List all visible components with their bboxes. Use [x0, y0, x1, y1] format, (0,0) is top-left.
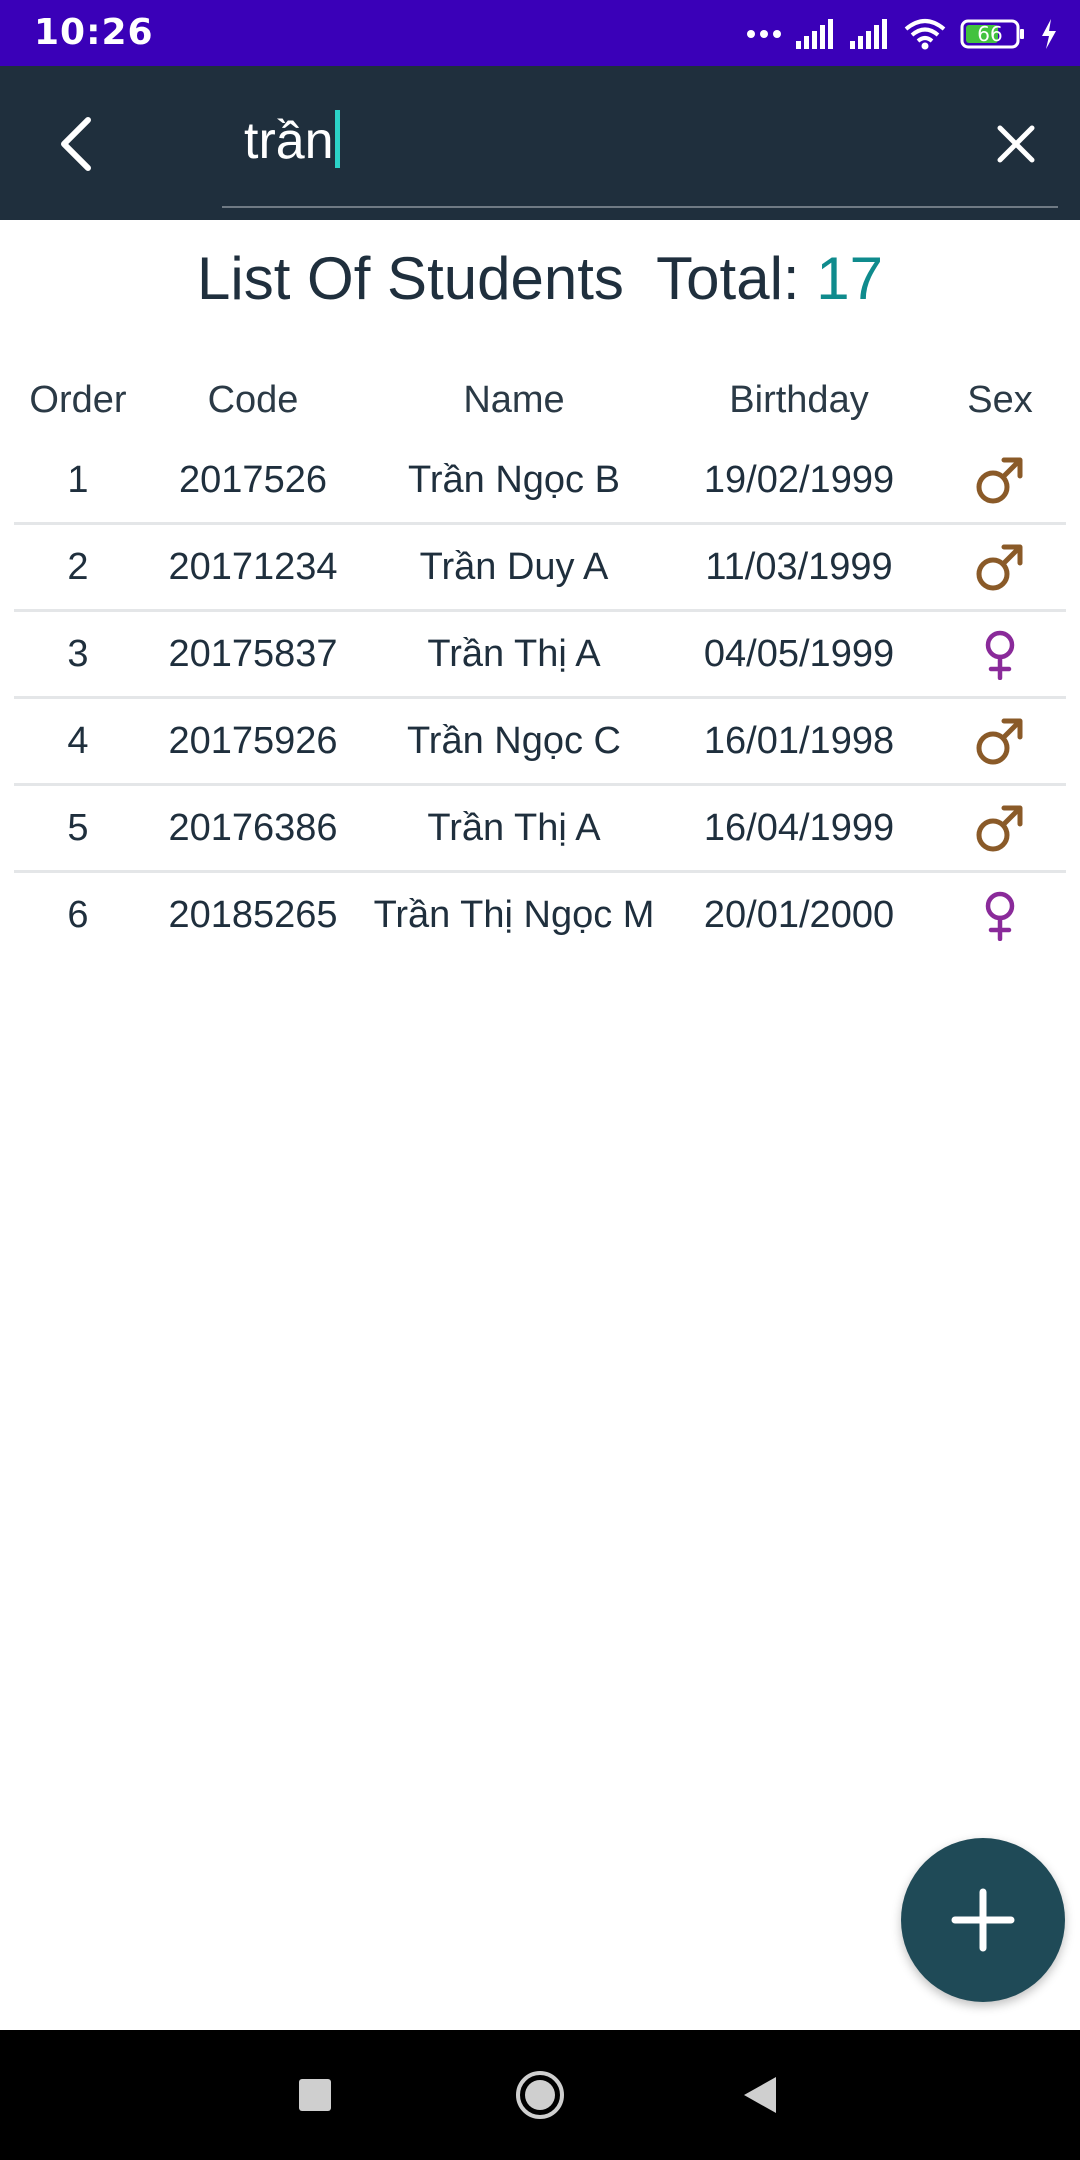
cell-birthday: 19/02/1999 [703, 458, 895, 501]
cell-birthday: 20/01/2000 [703, 893, 895, 936]
battery-icon: 66 [960, 18, 1026, 50]
battery-level: 66 [977, 22, 1003, 46]
home-circle-icon [516, 2071, 564, 2119]
cell-sex [934, 541, 1066, 593]
cell-code: 20175926 [168, 719, 338, 762]
cell-sex [934, 802, 1066, 854]
back-arrow-icon [61, 117, 91, 171]
cell-code: 20185265 [168, 893, 338, 936]
cell-name: Trần Duy A [419, 545, 609, 588]
cell-name: Trần Ngọc C [407, 719, 621, 762]
students-table: Order Code Name Birthday Sex 1 2017526 T… [14, 362, 1066, 957]
cell-order: 4 [67, 719, 89, 762]
cell-name: Trần Ngọc B [408, 458, 620, 501]
search-input[interactable]: trần [222, 66, 1058, 208]
screen: 10:26 66 trần List Of Students Total: 17… [0, 0, 1080, 2160]
list-title-label: List Of Students [197, 245, 624, 312]
cell-name: Trần Thị Ngọc M [373, 893, 655, 936]
cell-birthday: 11/03/1999 [705, 545, 893, 588]
cell-birthday: 16/04/1999 [703, 806, 895, 849]
female-icon [985, 630, 1015, 680]
back-triangle-icon [744, 2077, 776, 2113]
female-icon [985, 891, 1015, 941]
cell-name: Trần Thị A [427, 632, 601, 675]
app-bar: trần [0, 66, 1080, 220]
cell-sex [934, 628, 1066, 680]
charging-icon [1040, 19, 1058, 49]
signal-icon [850, 19, 890, 49]
table-row[interactable]: 5 20176386 Trần Thị A 16/04/1999 [14, 786, 1066, 873]
cell-order: 2 [67, 545, 89, 588]
search-text-wrap[interactable]: trần [244, 110, 340, 171]
add-student-button[interactable] [901, 1838, 1065, 2002]
text-cursor [334, 110, 340, 168]
cell-order: 1 [67, 458, 89, 501]
status-icons: 66 [746, 14, 1058, 54]
cell-code: 2017526 [179, 458, 327, 501]
header-order: Order [29, 378, 127, 421]
cell-birthday: 04/05/1999 [703, 632, 895, 675]
list-title: List Of Students Total: 17 [0, 244, 1080, 313]
total-value: 17 [816, 245, 883, 312]
table-row[interactable]: 4 20175926 Trần Ngọc C 16/01/1998 [14, 699, 1066, 786]
cell-sex [934, 715, 1066, 767]
nav-back-button[interactable] [725, 2060, 795, 2130]
close-icon [997, 125, 1035, 163]
cell-order: 6 [67, 893, 89, 936]
cell-sex [934, 454, 1066, 506]
status-time: 10:26 [34, 12, 154, 53]
cell-order: 3 [67, 632, 89, 675]
header-sex: Sex [967, 378, 1033, 421]
clear-search-button[interactable] [986, 114, 1046, 174]
navigation-bar [0, 2030, 1080, 2160]
male-icon [976, 457, 1023, 504]
male-icon [976, 805, 1023, 852]
status-bar: 10:26 66 [0, 0, 1080, 66]
cell-birthday: 16/01/1998 [703, 719, 895, 762]
table-header: Order Code Name Birthday Sex [14, 362, 1066, 438]
header-code: Code [207, 378, 299, 421]
total-label: Total: [656, 245, 800, 312]
recents-button[interactable] [280, 2060, 350, 2130]
recents-square-icon [299, 2079, 331, 2111]
male-icon [976, 544, 1023, 591]
cell-code: 20176386 [168, 806, 338, 849]
cell-code: 20175837 [168, 632, 338, 675]
cell-order: 5 [67, 806, 89, 849]
male-icon [976, 718, 1023, 765]
header-name: Name [463, 378, 565, 421]
back-button[interactable] [40, 108, 112, 180]
plus-icon [951, 1888, 1015, 1952]
table-row[interactable]: 2 20171234 Trần Duy A 11/03/1999 [14, 525, 1066, 612]
table-row[interactable]: 6 20185265 Trần Thị Ngọc M 20/01/2000 [14, 873, 1066, 957]
search-value[interactable]: trần [244, 112, 334, 170]
signal-icon [796, 19, 836, 49]
header-birthday: Birthday [729, 378, 869, 421]
more-dots-icon [746, 28, 782, 40]
cell-code: 20171234 [168, 545, 338, 588]
cell-sex [934, 889, 1066, 941]
cell-name: Trần Thị A [427, 806, 601, 849]
table-row[interactable]: 1 2017526 Trần Ngọc B 19/02/1999 [14, 438, 1066, 525]
wifi-icon [904, 18, 946, 50]
table-row[interactable]: 3 20175837 Trần Thị A 04/05/1999 [14, 612, 1066, 699]
home-button[interactable] [505, 2060, 575, 2130]
